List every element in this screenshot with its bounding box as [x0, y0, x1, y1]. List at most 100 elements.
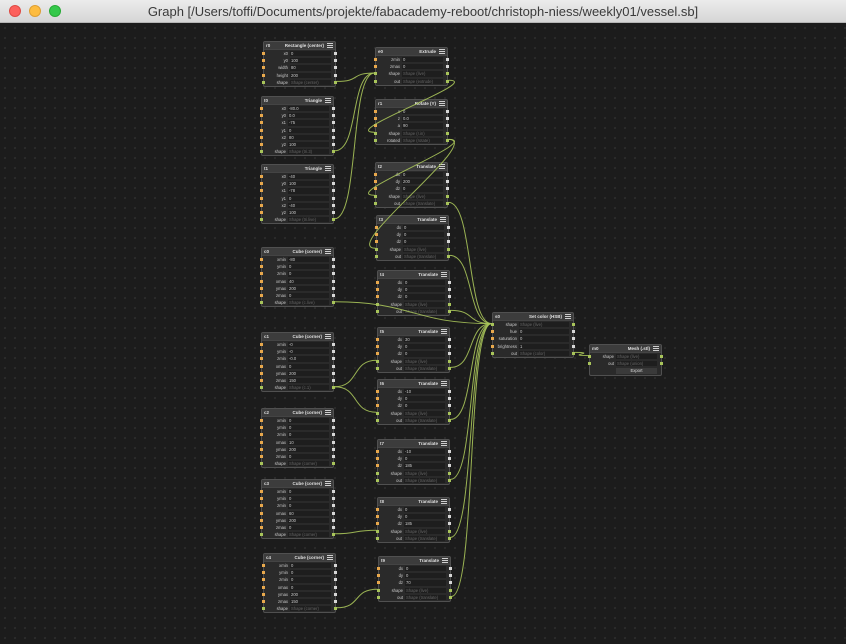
param-value-field[interactable]: 0	[290, 577, 331, 583]
output-port[interactable]	[447, 233, 450, 237]
input-port[interactable]	[376, 397, 379, 401]
output-port[interactable]	[448, 366, 451, 370]
param-value-field[interactable]: 100	[290, 58, 331, 64]
output-port[interactable]	[334, 592, 337, 596]
param-value-field[interactable]: Shape (live)	[404, 470, 445, 476]
param-value-field[interactable]: -0	[288, 342, 329, 348]
param-value-field[interactable]: Shape (translate)	[404, 417, 445, 423]
input-port[interactable]	[377, 567, 380, 570]
param-value-field[interactable]: Shape (extrude)	[402, 78, 443, 84]
node-t3[interactable]: t3 Translate dx 0 dy 0 dz 0 shape Shape (live) out…	[375, 215, 450, 261]
node-s0[interactable]: s0 Set color (HSB) shape Shape (live) hue 0 sa…	[491, 312, 575, 358]
input-port[interactable]	[374, 138, 377, 142]
param-value-field[interactable]: -80	[288, 257, 329, 263]
node-header[interactable]: t8 Translate	[378, 498, 449, 506]
param-value-field[interactable]: Shape (translate)	[404, 308, 445, 314]
output-port[interactable]	[332, 218, 335, 222]
input-port[interactable]	[260, 265, 263, 269]
output-port[interactable]	[446, 187, 449, 191]
input-port[interactable]	[491, 330, 494, 334]
param-value-field[interactable]: 0	[288, 264, 329, 270]
output-port[interactable]	[334, 599, 337, 603]
node-menu-icon[interactable]	[327, 43, 333, 48]
input-port[interactable]	[377, 574, 380, 578]
output-port[interactable]	[332, 279, 335, 283]
node-menu-icon[interactable]	[441, 329, 447, 334]
output-port[interactable]	[334, 59, 337, 63]
input-port[interactable]	[374, 79, 377, 83]
param-value-field[interactable]: 1	[519, 343, 569, 349]
param-value-field[interactable]: 0	[405, 573, 446, 579]
param-value-field[interactable]: 200	[288, 370, 329, 376]
param-value-field[interactable]: 90	[402, 123, 443, 129]
input-port[interactable]	[376, 302, 379, 306]
param-value-field[interactable]: 200	[288, 517, 329, 523]
node-menu-icon[interactable]	[441, 272, 447, 277]
node-menu-icon[interactable]	[442, 558, 448, 563]
output-port[interactable]	[448, 404, 451, 408]
node-c3[interactable]: c3 Cube (corner) xmin 0 ymin 0 zmin 0 xmax 60 ymax…	[260, 479, 335, 540]
node-header[interactable]: t3 Translate	[377, 216, 448, 224]
param-value-field[interactable]: Shape (corner)	[288, 532, 329, 538]
output-port[interactable]	[446, 110, 449, 113]
input-port[interactable]	[260, 462, 263, 466]
output-port[interactable]	[332, 364, 335, 368]
node-e0[interactable]: e0 Extrude zmin 0 zmax 0 shape Shape (live) out S…	[374, 47, 449, 86]
param-value-field[interactable]: 0	[402, 172, 443, 178]
output-port[interactable]	[448, 536, 451, 540]
param-value-field[interactable]: 0	[288, 127, 329, 133]
param-value-field[interactable]: Shape (translate)	[403, 253, 444, 259]
output-port[interactable]	[332, 150, 335, 154]
input-port[interactable]	[262, 52, 265, 55]
param-value-field[interactable]: 0	[288, 195, 329, 201]
output-port[interactable]	[332, 189, 335, 193]
output-port[interactable]	[332, 203, 335, 207]
param-value-field[interactable]: 200	[290, 591, 331, 597]
input-port[interactable]	[588, 362, 591, 366]
output-port[interactable]	[448, 309, 451, 313]
param-value-field[interactable]: 0	[403, 232, 444, 238]
input-port[interactable]	[376, 295, 379, 299]
input-port[interactable]	[262, 585, 265, 589]
node-menu-icon[interactable]	[439, 164, 445, 169]
param-value-field[interactable]: -78	[288, 188, 329, 194]
input-port[interactable]	[260, 279, 263, 283]
node-c2[interactable]: c2 Cube (corner) xmin 0 ymin 0 zmin 0 xmax 10 ymax…	[260, 408, 335, 469]
input-port[interactable]	[376, 338, 379, 341]
output-port[interactable]	[334, 564, 337, 567]
node-header[interactable]: c0 Cube (corner)	[262, 248, 333, 256]
param-value-field[interactable]: 0	[288, 453, 329, 460]
input-port[interactable]	[262, 73, 265, 77]
input-port[interactable]	[375, 254, 378, 258]
output-port[interactable]	[448, 338, 451, 341]
output-port[interactable]	[332, 114, 335, 118]
output-port[interactable]	[448, 345, 451, 349]
param-value-field[interactable]: 0	[288, 503, 329, 509]
param-value-field[interactable]: 200	[288, 285, 329, 291]
input-port[interactable]	[375, 233, 378, 237]
input-port[interactable]	[260, 378, 263, 382]
param-value-field[interactable]: 0	[288, 292, 329, 299]
input-port[interactable]	[375, 247, 378, 251]
param-value-field[interactable]: Shape (live)	[616, 354, 657, 360]
output-port[interactable]	[332, 272, 335, 276]
output-port[interactable]	[449, 588, 452, 592]
input-port[interactable]	[491, 323, 494, 326]
param-value-field[interactable]: 0.0	[288, 113, 329, 119]
param-value-field[interactable]: Shape (color)	[519, 350, 569, 356]
param-value-field[interactable]: 0	[404, 280, 445, 286]
output-port[interactable]	[332, 525, 335, 529]
output-port[interactable]	[449, 567, 452, 570]
param-value-field[interactable]: Shape (translate)	[402, 200, 443, 206]
input-port[interactable]	[260, 301, 263, 305]
param-value-field[interactable]: 200	[288, 446, 329, 452]
node-menu-icon[interactable]	[441, 381, 447, 386]
node-menu-icon[interactable]	[439, 49, 445, 54]
param-value-field[interactable]: 0	[288, 489, 329, 495]
input-port[interactable]	[260, 504, 263, 508]
output-port[interactable]	[446, 65, 449, 69]
param-value-field[interactable]: 100	[288, 141, 329, 148]
node-header[interactable]: t9 Translate	[379, 557, 450, 565]
param-value-field[interactable]: 60	[288, 510, 329, 516]
output-port[interactable]	[448, 397, 451, 401]
